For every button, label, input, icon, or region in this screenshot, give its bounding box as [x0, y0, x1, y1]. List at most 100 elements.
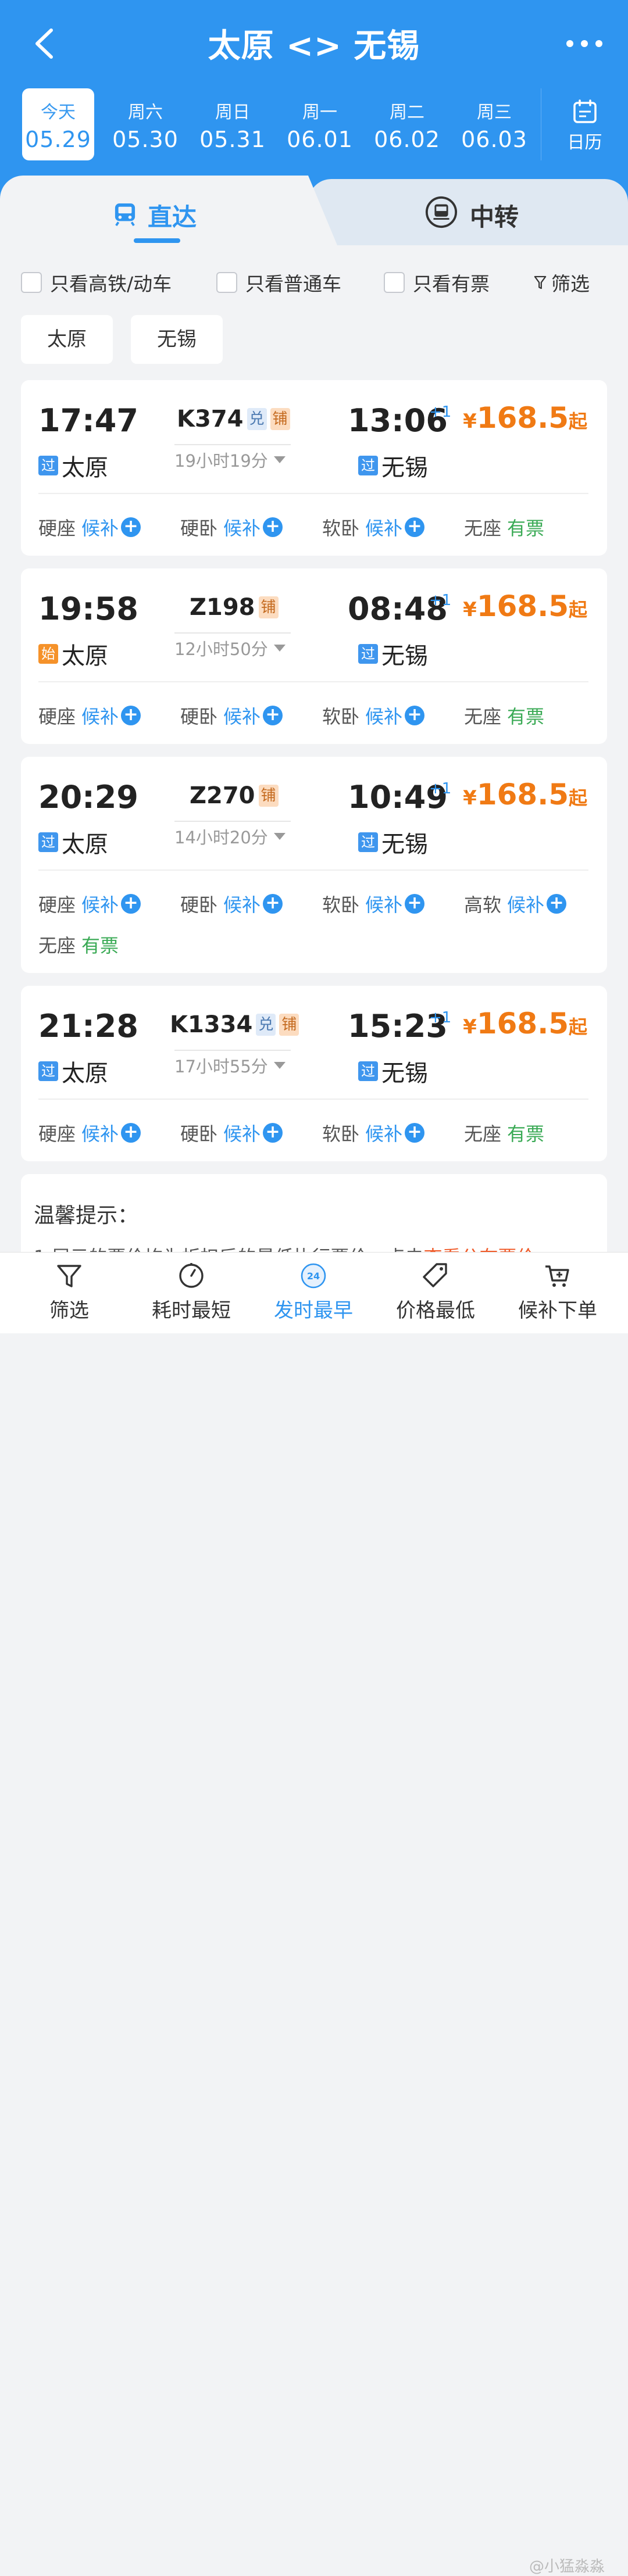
seat-option[interactable]: 硬卧 候补 +: [180, 890, 283, 917]
date-week-label: 周六: [128, 102, 163, 123]
price-value: 168.5: [476, 589, 569, 623]
pass-through-badge: 过: [38, 1061, 58, 1081]
seat-status: 候补: [507, 894, 545, 916]
tab-transfer[interactable]: 中转: [308, 179, 628, 245]
next-day-marker: +1: [429, 780, 452, 797]
tab-direct[interactable]: 直达: [0, 176, 337, 245]
price-from-suffix: 起: [568, 1016, 587, 1038]
seat-option[interactable]: 无座 有票: [464, 1119, 544, 1146]
seat-status: 候补: [223, 706, 261, 728]
more-dots-icon: [566, 40, 602, 47]
sort-shortest-button[interactable]: 耗时最短: [130, 1253, 252, 1334]
station-name: 太原: [62, 643, 108, 670]
seat-option[interactable]: 软卧 候补 +: [322, 890, 425, 917]
seat-type: 软卧: [322, 1123, 360, 1145]
date-value: 06.01: [287, 127, 353, 152]
train-card[interactable]: 19:58 Z198 铺 08:48 +1 ¥168.5起 12小时50分 始太原…: [21, 568, 607, 744]
seat-option[interactable]: 硬座 候补 +: [38, 890, 141, 917]
duration-toggle[interactable]: 19小时19分: [174, 444, 291, 472]
checkbox-icon: [384, 272, 405, 293]
arrival-station: 过无锡: [358, 825, 428, 859]
chip-departure-station[interactable]: 太原: [21, 315, 113, 364]
date-item[interactable]: 周三 06.03: [458, 88, 530, 160]
add-waitlist-icon: +: [121, 706, 141, 725]
exchange-tag: 兑: [247, 408, 267, 430]
date-item[interactable]: 周一 06.01: [284, 88, 356, 160]
direct-train-icon: [114, 202, 136, 229]
caret-down-icon: [273, 1062, 286, 1069]
divider: [38, 681, 588, 682]
filter-label: 只看普通车: [245, 273, 341, 295]
sleeper-tag: 铺: [270, 408, 290, 430]
seat-option[interactable]: 无座 有票: [464, 702, 544, 729]
date-week-label: 周二: [390, 102, 424, 123]
seat-option[interactable]: 无座 有票: [38, 931, 119, 958]
sleeper-tag: 铺: [258, 785, 279, 807]
date-week-label: 周日: [215, 102, 250, 123]
seat-option[interactable]: 硬座 候补 +: [38, 514, 141, 541]
funnel-icon: [534, 276, 547, 289]
seat-status: 有票: [507, 517, 545, 539]
pass-through-badge: 过: [358, 832, 378, 852]
station-name: 无锡: [381, 1060, 428, 1087]
seat-type: 软卧: [322, 517, 360, 539]
date-value: 05.30: [112, 127, 179, 152]
seat-status: 候补: [365, 517, 403, 539]
sort-earliest-button[interactable]: 24 发时最早: [252, 1253, 374, 1334]
page-title: 太原 <> 无锡: [208, 27, 420, 65]
departure-time: 21:28: [38, 1008, 138, 1044]
add-waitlist-icon: +: [121, 517, 141, 537]
sort-label: 候补下单: [518, 1299, 597, 1322]
sort-label: 发时最早: [274, 1299, 353, 1322]
seat-option[interactable]: 硬卧 候补 +: [180, 514, 283, 541]
seat-option[interactable]: 硬卧 候补 +: [180, 702, 283, 729]
more-menu-button[interactable]: [564, 32, 605, 55]
seat-option[interactable]: 无座 有票: [464, 514, 544, 541]
seat-option[interactable]: 硬座 候补 +: [38, 1119, 141, 1146]
seat-type: 高软: [464, 894, 502, 916]
station-name: 无锡: [381, 455, 428, 481]
seat-option[interactable]: 高软 候补 +: [464, 890, 567, 917]
seat-option[interactable]: 硬座 候补 +: [38, 702, 141, 729]
calendar-button[interactable]: 日历: [541, 88, 628, 160]
date-value: 06.02: [374, 127, 440, 152]
train-card[interactable]: 21:28 K1334 兑铺 15:23 +1 ¥168.5起 17小时55分 过…: [21, 986, 607, 1161]
train-card[interactable]: 20:29 Z270 铺 10:49 +1 ¥168.5起 14小时20分 过太原…: [21, 757, 607, 973]
currency-symbol: ¥: [463, 786, 477, 810]
filter-gaotie-checkbox[interactable]: 只看高铁/动车: [21, 269, 172, 296]
date-today[interactable]: 今天 05.29: [22, 88, 94, 160]
duration-toggle[interactable]: 14小时20分: [174, 821, 291, 849]
filter-label: 只看高铁/动车: [50, 273, 172, 295]
divider: [38, 493, 588, 494]
duration-toggle[interactable]: 12小时50分: [174, 632, 291, 660]
calendar-icon: [573, 99, 597, 123]
price: ¥168.5起: [463, 589, 587, 623]
seat-option[interactable]: 软卧 候补 +: [322, 1119, 425, 1146]
seat-option[interactable]: 软卧 候补 +: [322, 514, 425, 541]
date-item[interactable]: 周二 06.02: [371, 88, 443, 160]
tab-transfer-label: 中转: [470, 203, 519, 231]
date-item[interactable]: 周六 05.30: [109, 88, 181, 160]
filter-putong-checkbox[interactable]: 只看普通车: [216, 269, 341, 296]
seat-option[interactable]: 软卧 候补 +: [322, 702, 425, 729]
active-tab-indicator: [134, 238, 180, 243]
duration-text: 17小时55分: [174, 1057, 268, 1076]
sort-cheapest-button[interactable]: 价格最低: [374, 1253, 497, 1334]
price: ¥168.5起: [463, 778, 587, 811]
sort-label: 耗时最短: [152, 1299, 231, 1322]
waitlist-order-button[interactable]: 候补下单: [497, 1253, 619, 1334]
price: ¥168.5起: [463, 1007, 587, 1040]
seat-type: 无座: [464, 706, 502, 728]
departure-station: 过太原: [38, 1054, 108, 1088]
duration-toggle[interactable]: 17小时55分: [174, 1050, 291, 1078]
date-item[interactable]: 周日 05.31: [197, 88, 269, 160]
seat-option[interactable]: 硬卧 候补 +: [180, 1119, 283, 1146]
train-card[interactable]: 17:47 K374 兑铺 13:06 +1 ¥168.5起 19小时19分 过太…: [21, 380, 607, 556]
price-from-suffix: 起: [568, 787, 587, 809]
arrival-station: 过无锡: [358, 637, 428, 671]
filter-button[interactable]: 筛选: [534, 269, 590, 296]
sort-filter-button[interactable]: 筛选: [8, 1253, 130, 1334]
filter-youpiao-checkbox[interactable]: 只看有票: [384, 269, 490, 296]
chip-arrival-station[interactable]: 无锡: [131, 315, 223, 364]
duration-text: 19小时19分: [174, 451, 268, 471]
